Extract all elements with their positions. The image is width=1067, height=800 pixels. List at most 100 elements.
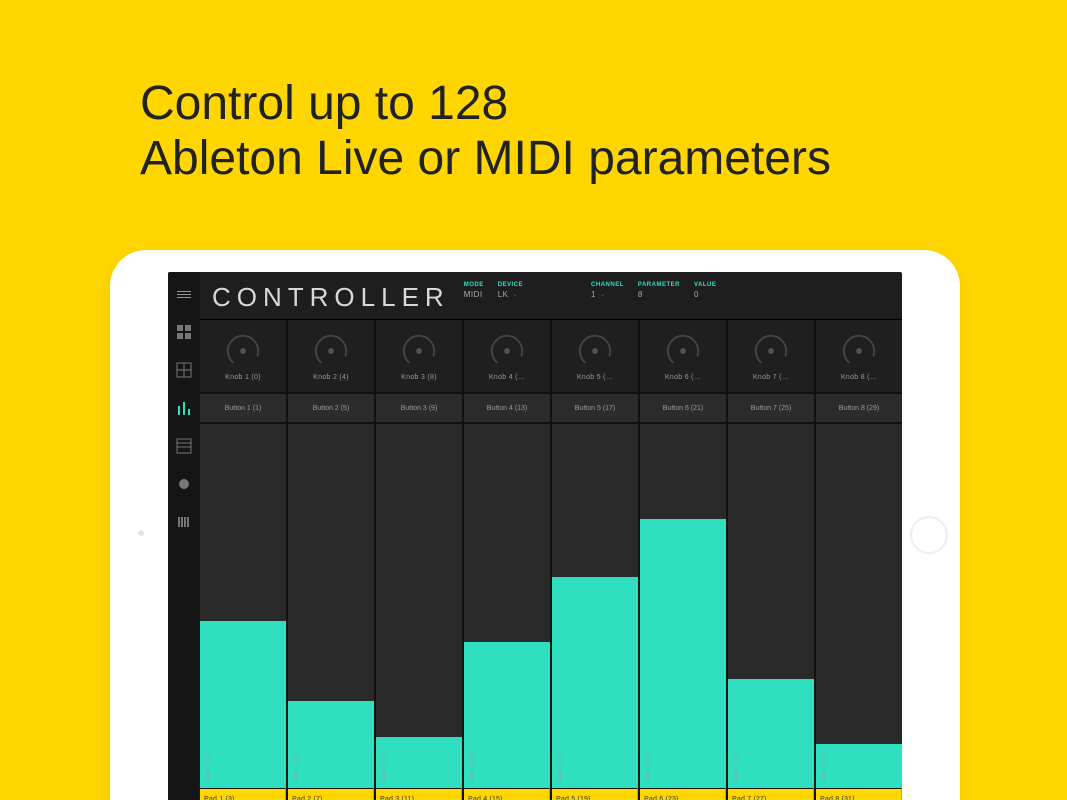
- knob-cell[interactable]: Knob 6 (…: [640, 320, 726, 394]
- param-value: LK: [498, 290, 509, 299]
- fader[interactable]: Fader 4 (14): [464, 424, 550, 788]
- pad-button[interactable]: Pad 5 (19): [552, 788, 638, 800]
- pad-button[interactable]: Pad 8 (31): [816, 788, 902, 800]
- track-button[interactable]: Button 2 (5): [288, 394, 374, 424]
- keyboard-icon[interactable]: [176, 514, 192, 530]
- track-column: Knob 1 (0) Button 1 (1) Fader 1 (2) Pad 1 (…: [200, 320, 286, 800]
- param-channel[interactable]: CHANNEL 1 ⌄: [591, 282, 624, 299]
- knob-cell[interactable]: Knob 4 (…: [464, 320, 550, 394]
- param-label: VALUE: [694, 282, 716, 288]
- knob-icon: [400, 332, 438, 370]
- param-label: PARAMETER: [638, 282, 680, 288]
- param-value[interactable]: VALUE 0: [694, 282, 716, 299]
- track-button[interactable]: Button 8 (29): [816, 394, 902, 424]
- fader-fill: [728, 679, 814, 788]
- track-button[interactable]: Button 3 (9): [376, 394, 462, 424]
- faders-icon[interactable]: [176, 400, 192, 416]
- header: CONTROLLER MODE MIDI DEVICE LK⌄ CHANNEL …: [200, 272, 902, 320]
- grid2-icon[interactable]: [176, 362, 192, 378]
- fader-label: Fader 3 (10): [382, 751, 388, 784]
- fader[interactable]: Fader 3 (10): [376, 424, 462, 788]
- knob-cell[interactable]: Knob 1 (0): [200, 320, 286, 394]
- param-label: MODE: [464, 282, 484, 288]
- page-title: CONTROLLER: [212, 282, 450, 313]
- fader[interactable]: Fader 1 (2): [200, 424, 286, 788]
- track-button[interactable]: Button 4 (13): [464, 394, 550, 424]
- knob-icon: [664, 332, 702, 370]
- headline: Control up to 128 Ableton Live or MIDI p…: [140, 76, 831, 186]
- fader-fill: [376, 737, 462, 788]
- fader-label: Fader 6 (22): [646, 751, 652, 784]
- chevron-down-icon: ⌄: [600, 291, 606, 298]
- track-column: Knob 4 (…Button 4 (13) Fader 4 (14) Pad 4 …: [464, 320, 550, 800]
- knob-icon: [224, 332, 262, 370]
- param-value: 8: [638, 290, 680, 299]
- pad-button[interactable]: Pad 4 (15): [464, 788, 550, 800]
- headline-line1: Control up to 128: [140, 77, 508, 130]
- track-button[interactable]: Button 5 (17): [552, 394, 638, 424]
- fader-label: Fader 7 (26): [734, 751, 740, 784]
- pad-button[interactable]: Pad 6 (23): [640, 788, 726, 800]
- fader[interactable]: Fader 5 (18): [552, 424, 638, 788]
- pad-button[interactable]: Pad 3 (11): [376, 788, 462, 800]
- knob-icon: [840, 332, 878, 370]
- pad-button[interactable]: Pad 7 (27): [728, 788, 814, 800]
- param-value: 1: [591, 290, 596, 299]
- param-value-display: 0: [694, 290, 716, 299]
- app-screen: CONTROLLER MODE MIDI DEVICE LK⌄ CHANNEL …: [168, 272, 902, 800]
- sidebar: [168, 272, 200, 800]
- knob-icon: [312, 332, 350, 370]
- param-label: CHANNEL: [591, 282, 624, 288]
- knob-icon: [752, 332, 790, 370]
- circle-icon[interactable]: [176, 476, 192, 492]
- knob-label: Knob 7 (…: [753, 374, 789, 381]
- track-button[interactable]: Button 7 (25): [728, 394, 814, 424]
- knob-label: Knob 3 (8): [401, 374, 437, 381]
- track-column: Knob 2 (4) Button 2 (5) Fader 2 (6) Pad 2 (…: [288, 320, 374, 800]
- knob-cell[interactable]: Knob 3 (8): [376, 320, 462, 394]
- knob-label: Knob 1 (0): [225, 374, 261, 381]
- fader-label: Fader 2 (6): [294, 754, 300, 784]
- param-parameter[interactable]: PARAMETER 8: [638, 282, 680, 299]
- fader[interactable]: Fader 7 (26): [728, 424, 814, 788]
- list-icon[interactable]: [176, 438, 192, 454]
- track-column: Knob 5 (…Button 5 (17) Fader 5 (18) Pad 5 …: [552, 320, 638, 800]
- pad-button[interactable]: Pad 1 (3): [200, 788, 286, 800]
- knob-label: Knob 6 (…: [665, 374, 701, 381]
- menu-icon[interactable]: [176, 286, 192, 302]
- param-value: MIDI: [464, 290, 484, 299]
- track-column: Knob 8 (… Button 8 (29) Fader 8 (30) Pad 8 …: [816, 320, 902, 800]
- headline-line2: Ableton Live or MIDI parameters: [140, 132, 831, 185]
- knob-cell[interactable]: Knob 7 (…: [728, 320, 814, 394]
- pad-button[interactable]: Pad 2 (7): [288, 788, 374, 800]
- chevron-down-icon: ⌄: [513, 291, 519, 298]
- fader-label: Fader 8 (30): [822, 751, 828, 784]
- fader[interactable]: Fader 2 (6): [288, 424, 374, 788]
- fader[interactable]: Fader 6 (22): [640, 424, 726, 788]
- fader[interactable]: Fader 8 (30): [816, 424, 902, 788]
- grid-icon[interactable]: [176, 324, 192, 340]
- fader-label: Fader 5 (18): [558, 751, 564, 784]
- knob-cell[interactable]: Knob 2 (4): [288, 320, 374, 394]
- main-panel: CONTROLLER MODE MIDI DEVICE LK⌄ CHANNEL …: [200, 272, 902, 800]
- knob-cell[interactable]: Knob 8 (…: [816, 320, 902, 394]
- knob-icon: [576, 332, 614, 370]
- track-button[interactable]: Button 6 (21): [640, 394, 726, 424]
- track-column: Knob 6 (… Button 6 (21) Fader 6 (22) Pad 6 …: [640, 320, 726, 800]
- fader-fill: [200, 621, 286, 788]
- track-button[interactable]: Button 1 (1): [200, 394, 286, 424]
- tracks-grid: Knob 1 (0) Button 1 (1) Fader 1 (2) Pad 1 (…: [200, 320, 902, 800]
- fader-label: Fader 1 (2): [206, 754, 212, 784]
- fader-fill: [640, 519, 726, 788]
- param-device[interactable]: DEVICE LK⌄: [498, 282, 523, 299]
- fader-fill: [552, 577, 638, 788]
- knob-cell[interactable]: Knob 5 (…: [552, 320, 638, 394]
- param-mode[interactable]: MODE MIDI: [464, 282, 484, 299]
- track-column: Knob 3 (8) Button 3 (9) Fader 3 (10) Pad 3 …: [376, 320, 462, 800]
- knob-icon: [488, 332, 526, 370]
- knob-label: Knob 2 (4): [313, 374, 349, 381]
- fader-label: Fader 4 (14): [470, 751, 476, 784]
- fader-fill: [816, 744, 902, 788]
- knob-label: Knob 8 (…: [841, 374, 877, 381]
- tablet-frame: CONTROLLER MODE MIDI DEVICE LK⌄ CHANNEL …: [110, 250, 960, 800]
